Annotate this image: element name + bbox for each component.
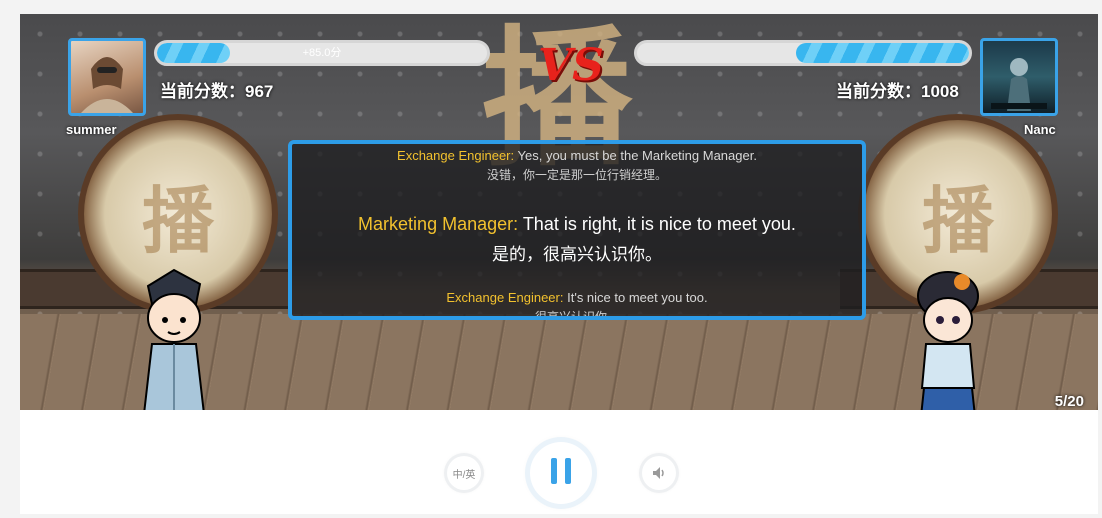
pause-icon [547,457,575,489]
right-score: 当前分数：1008 [836,82,959,101]
current-english: That is right, it is nice to meet you. [522,214,796,234]
dialogue-box: Exchange Engineer: Yes, you must be the … [288,140,866,320]
game-stage: 播 播 播 VS summer +85.0分 当前分数：967 Nanc 当前分… [20,14,1098,410]
language-toggle-button[interactable]: 中/英 [447,456,481,490]
previous-line[interactable]: Exchange Engineer: Yes, you must be the … [292,148,862,163]
right-avatar-icon [991,58,1047,111]
scholar-character [143,268,205,410]
game-frame: 播 播 播 VS summer +85.0分 当前分数：967 Nanc 当前分… [0,0,1102,518]
left-player-avatar[interactable] [68,38,146,116]
left-score: 当前分数：967 [160,82,274,101]
pause-button[interactable] [530,442,592,504]
next-chinese: 很高兴认识你。 [534,310,619,320]
previous-chinese: 没错，你一定是那一位行销经理。 [486,168,667,182]
language-toggle-label: 中/英 [452,469,476,481]
next-line[interactable]: Exchange Engineer: It's nice to meet you… [292,290,862,305]
right-progress-fill [796,43,969,63]
lady-character [917,271,979,410]
volume-button[interactable] [642,456,676,490]
vs-label: VS [538,40,604,91]
right-player-name: Nanc [1024,122,1056,137]
left-score-gain: +85.0分 [302,47,342,59]
current-chinese: 是的，很高兴认识你。 [492,245,662,264]
right-player-avatar[interactable] [980,38,1058,116]
next-speaker: Exchange Engineer: [446,290,564,305]
right-progress-bar [634,40,972,66]
current-line[interactable]: Marketing Manager: That is right, it is … [292,214,862,235]
page-indicator: 5/20 [1054,393,1084,410]
next-english: It's nice to meet you too. [567,290,708,305]
control-bar: 中/英 [20,410,1098,514]
previous-speaker: Exchange Engineer: [397,148,515,163]
volume-icon [653,467,664,479]
left-player-name: summer [66,122,117,137]
left-avatar-icon [81,57,133,113]
previous-english: Yes, you must be the Marketing Manager. [517,148,757,163]
left-progress-bar: +85.0分 [154,40,490,66]
current-speaker: Marketing Manager: [358,214,519,234]
